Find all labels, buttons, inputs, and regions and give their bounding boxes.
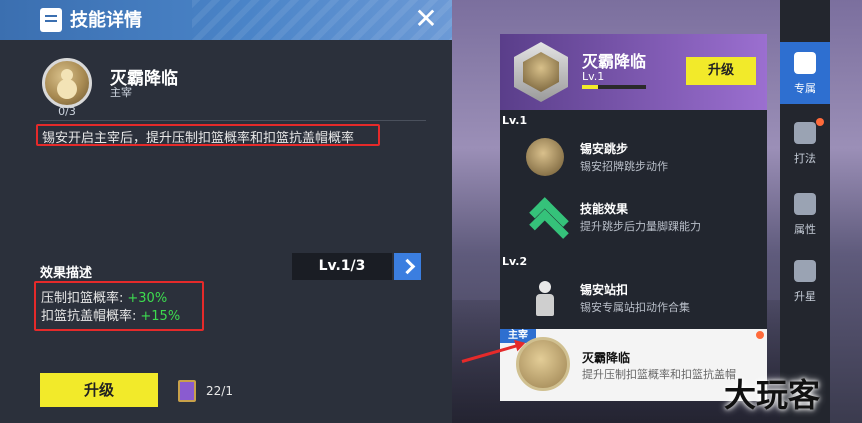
player-card-icon <box>178 380 196 402</box>
list-skill-level: Lv.1 <box>582 70 605 83</box>
skill-item-name: 锡安跳步 <box>580 142 629 156</box>
selected-skill-name: 灭霸降临 <box>582 351 631 365</box>
effect-list: 压制扣篮概率: +30% 扣篮抗盖帽概率: +15% <box>34 281 204 331</box>
tab-label: 打法 <box>794 152 816 165</box>
notification-dot <box>816 118 824 126</box>
level-progress-bar <box>582 85 646 89</box>
skill-shield-icon <box>514 42 568 102</box>
tab-label: 专属 <box>794 82 816 95</box>
skill-item-name: 锡安站扣 <box>580 283 629 297</box>
level-progress-fill <box>582 85 598 89</box>
level-group-label: Lv.1 <box>502 114 528 127</box>
panel-header: 技能详情 ✕ <box>0 0 452 40</box>
effect-label: 压制扣篮概率: <box>41 291 124 306</box>
skill-list-item[interactable]: 技能效果 提升跳步后力量脚踝能力 <box>518 192 758 242</box>
effect-title: 效果描述 <box>40 266 93 281</box>
effect-row: 扣篮抗盖帽概率: +15% <box>41 305 180 324</box>
next-level-button[interactable] <box>394 253 421 280</box>
effect-value: +15% <box>140 309 181 324</box>
star-icon <box>794 260 816 282</box>
effect-label: 扣篮抗盖帽概率: <box>41 309 137 324</box>
exclusive-icon <box>794 52 816 74</box>
level-text: Lv.1/3 <box>318 258 366 274</box>
card-count: 22/1 <box>206 384 233 398</box>
skill-item-desc: 锡安专属站扣动作合集 <box>580 301 690 314</box>
attribute-icon <box>794 193 816 215</box>
skill-description-box: 锡安开启主宰后，提升压制扣篮概率和扣篮抗盖帽概率 <box>36 124 380 146</box>
player-dunk-icon <box>526 279 564 317</box>
skill-item-desc: 提升跳步后力量脚踝能力 <box>580 220 701 233</box>
skill-list-item[interactable]: 锡安跳步 锡安招牌跳步动作 <box>518 132 758 182</box>
tab-exclusive[interactable]: 专属 <box>780 42 830 104</box>
skill-progress: 0/3 <box>58 105 76 118</box>
tab-label: 属性 <box>794 223 816 236</box>
skill-type: 主宰 <box>110 86 132 99</box>
player-crouch-icon <box>526 138 564 176</box>
skill-list-item[interactable]: 锡安站扣 锡安专属站扣动作合集 <box>518 273 758 323</box>
upgrade-button[interactable]: 升级 <box>40 373 158 407</box>
skill-item-desc: 锡安招牌跳步动作 <box>580 160 668 173</box>
tab-star-up[interactable]: 升星 <box>780 250 830 312</box>
level-indicator: Lv.1/3 <box>292 253 392 280</box>
effect-value: +30% <box>127 291 168 306</box>
tab-playstyle[interactable]: 打法 <box>780 112 830 174</box>
divider <box>40 120 426 121</box>
list-skill-name: 灭霸降临 <box>582 52 647 71</box>
playstyle-icon <box>794 122 816 144</box>
close-icon[interactable]: ✕ <box>410 3 442 35</box>
skill-list-header: 灭霸降临 Lv.1 升级 <box>500 34 767 110</box>
chevron-up-icon <box>526 198 564 236</box>
skill-description: 锡安开启主宰后，提升压制扣篮概率和扣篮抗盖帽概率 <box>42 131 355 146</box>
notification-dot <box>756 331 764 339</box>
tab-label: 升星 <box>794 290 816 303</box>
watermark: 大玩客 <box>724 376 821 414</box>
side-tab-bar: 专属 打法 属性 升星 <box>780 0 830 423</box>
tab-attribute[interactable]: 属性 <box>780 183 830 245</box>
document-icon <box>40 8 62 32</box>
panel-title: 技能详情 <box>70 10 142 31</box>
skill-item-name: 技能效果 <box>580 202 629 216</box>
skill-detail-panel: 技能详情 ✕ 0/3 灭霸降临 主宰 锡安开启主宰后，提升压制扣篮概率和扣篮抗盖… <box>0 0 452 423</box>
level-group-label: Lv.2 <box>502 255 528 268</box>
effect-row: 压制扣篮概率: +30% <box>41 287 167 306</box>
skill-badge-icon <box>42 58 92 108</box>
list-upgrade-button[interactable]: 升级 <box>686 57 756 85</box>
